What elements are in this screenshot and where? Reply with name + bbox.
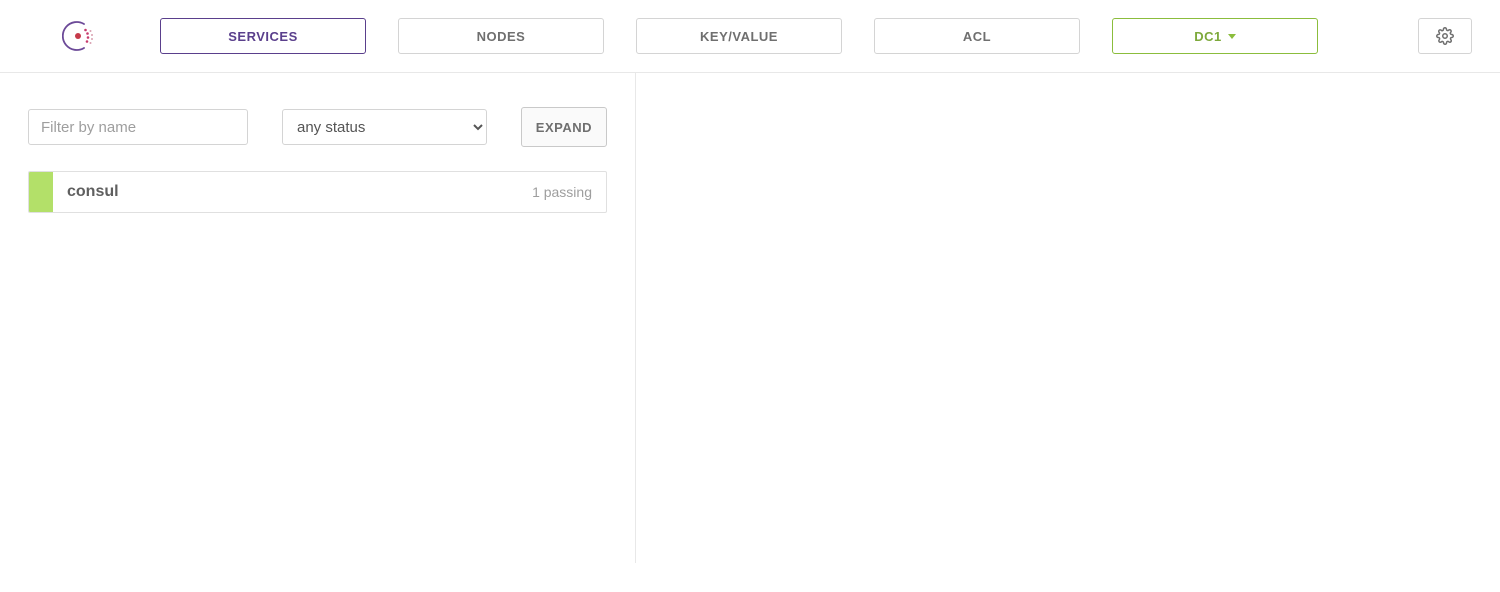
status-indicator bbox=[29, 172, 53, 212]
status-filter-select[interactable]: any status bbox=[282, 109, 487, 145]
datacenter-selector[interactable]: DC1 bbox=[1112, 18, 1318, 54]
top-navigation: SERVICES NODES KEY/VALUE ACL DC1 bbox=[0, 0, 1500, 73]
tab-services[interactable]: SERVICES bbox=[160, 18, 366, 54]
tab-acl[interactable]: ACL bbox=[874, 18, 1080, 54]
service-name: consul bbox=[53, 172, 532, 212]
datacenter-label: DC1 bbox=[1194, 29, 1222, 44]
main-content: any status EXPAND consul 1 passing bbox=[0, 73, 1500, 563]
expand-button-label: EXPAND bbox=[536, 120, 592, 135]
service-list: consul 1 passing bbox=[28, 171, 607, 213]
tab-services-label: SERVICES bbox=[228, 29, 298, 44]
service-row[interactable]: consul 1 passing bbox=[28, 171, 607, 213]
tab-acl-label: ACL bbox=[963, 29, 991, 44]
tab-nodes-label: NODES bbox=[477, 29, 526, 44]
service-status-text: 1 passing bbox=[532, 172, 606, 212]
settings-button[interactable] bbox=[1418, 18, 1472, 54]
chevron-down-icon bbox=[1228, 34, 1236, 39]
tab-keyvalue-label: KEY/VALUE bbox=[700, 29, 778, 44]
expand-button[interactable]: EXPAND bbox=[521, 107, 607, 147]
filter-controls: any status EXPAND bbox=[28, 107, 607, 147]
filter-name-input[interactable] bbox=[28, 109, 248, 145]
consul-logo-icon bbox=[62, 20, 94, 52]
gear-icon bbox=[1436, 27, 1454, 45]
consul-logo[interactable] bbox=[28, 20, 128, 52]
tab-keyvalue[interactable]: KEY/VALUE bbox=[636, 18, 842, 54]
tab-nodes[interactable]: NODES bbox=[398, 18, 604, 54]
services-panel: any status EXPAND consul 1 passing bbox=[0, 73, 636, 563]
nav-tabs: SERVICES NODES KEY/VALUE ACL DC1 bbox=[160, 18, 1386, 54]
